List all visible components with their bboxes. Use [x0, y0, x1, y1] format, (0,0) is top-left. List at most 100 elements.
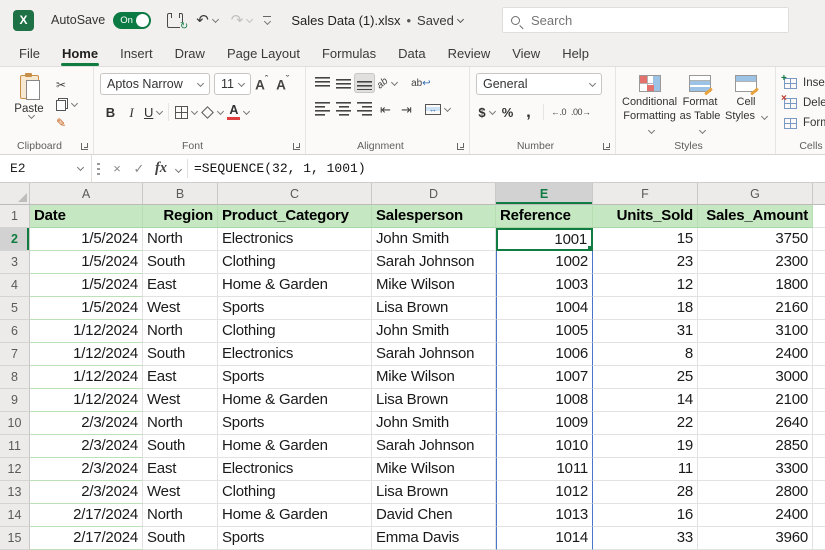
cell-C15[interactable]: Sports	[218, 527, 372, 550]
cell-C14[interactable]: Home & Garden	[218, 504, 372, 527]
cell-G6[interactable]: 3100	[698, 320, 813, 343]
row-header-9[interactable]: 9	[0, 389, 30, 412]
cell-B10[interactable]: North	[143, 412, 218, 435]
cell-E11[interactable]: 1010	[496, 435, 593, 458]
cell-B13[interactable]: West	[143, 481, 218, 504]
cell-E13[interactable]: 1012	[496, 481, 593, 504]
column-header[interactable]	[813, 183, 825, 205]
cell-A2[interactable]: 1/5/2024	[30, 228, 143, 251]
row-header-4[interactable]: 4	[0, 274, 30, 297]
cell-A8[interactable]: 1/12/2024	[30, 366, 143, 389]
cell-C9[interactable]: Home & Garden	[218, 389, 372, 412]
percent-style-button[interactable]: %	[497, 102, 518, 122]
column-header-e[interactable]: E	[496, 183, 593, 205]
redo-button[interactable]: ↷	[231, 13, 253, 28]
excel-logo-icon[interactable]: X	[13, 10, 34, 31]
cell-D5[interactable]: Lisa Brown	[372, 297, 496, 320]
cell[interactable]	[813, 343, 825, 366]
align-center-button[interactable]	[333, 99, 354, 119]
orientation-button[interactable]: ab	[375, 73, 399, 93]
font-color-button[interactable]: A	[225, 102, 251, 122]
align-bottom-button[interactable]	[354, 73, 375, 93]
cell-B7[interactable]: South	[143, 343, 218, 366]
cell-G3[interactable]: 2300	[698, 251, 813, 274]
delete-cells-button[interactable]: Delete	[784, 93, 825, 113]
cell-E15[interactable]: 1014	[496, 527, 593, 550]
insert-function-button[interactable]: fx	[150, 155, 172, 182]
cell-B2[interactable]: North	[143, 228, 218, 251]
format-cells-button[interactable]: Format	[784, 113, 825, 133]
cell-F6[interactable]: 31	[593, 320, 698, 343]
cell-F9[interactable]: 14	[593, 389, 698, 412]
cell-D4[interactable]: Mike Wilson	[372, 274, 496, 297]
cell[interactable]	[813, 297, 825, 320]
cell-B14[interactable]: North	[143, 504, 218, 527]
row-header-3[interactable]: 3	[0, 251, 30, 274]
cell-D14[interactable]: David Chen	[372, 504, 496, 527]
tab-draw[interactable]: Draw	[164, 42, 216, 65]
cell-C6[interactable]: Clothing	[218, 320, 372, 343]
cell-B4[interactable]: East	[143, 274, 218, 297]
row-header-11[interactable]: 11	[0, 435, 30, 458]
cell-B6[interactable]: North	[143, 320, 218, 343]
cell-C7[interactable]: Electronics	[218, 343, 372, 366]
select-all-corner[interactable]	[0, 183, 30, 205]
cell-F4[interactable]: 12	[593, 274, 698, 297]
conditional-formatting-button[interactable]: Conditional Formatting	[622, 75, 677, 138]
cell-G14[interactable]: 2400	[698, 504, 813, 527]
quick-access-toolbar-button[interactable]	[263, 16, 271, 24]
formula-input[interactable]: =SEQUENCE(32, 1, 1001)	[194, 155, 366, 182]
tab-page-layout[interactable]: Page Layout	[216, 42, 311, 65]
copy-button[interactable]	[56, 96, 77, 112]
decrease-indent-button[interactable]: ⇤	[375, 99, 396, 119]
dialog-launcher-icon[interactable]	[81, 143, 88, 150]
column-header-b[interactable]: B	[143, 183, 218, 205]
cell-D8[interactable]: Mike Wilson	[372, 366, 496, 389]
increase-decimal-button[interactable]: ←.0	[548, 102, 569, 122]
align-top-button[interactable]	[312, 73, 333, 93]
fill-color-button[interactable]	[199, 102, 225, 122]
cell-E3[interactable]: 1002	[496, 251, 593, 274]
cell-D1[interactable]: Salesperson	[372, 205, 496, 228]
tab-formulas[interactable]: Formulas	[311, 42, 387, 65]
dialog-launcher-icon[interactable]	[603, 143, 610, 150]
cell-D2[interactable]: John Smith	[372, 228, 496, 251]
column-header-c[interactable]: C	[218, 183, 372, 205]
tab-insert[interactable]: Insert	[109, 42, 164, 65]
column-header-d[interactable]: D	[372, 183, 496, 205]
cell-G7[interactable]: 2400	[698, 343, 813, 366]
cell-A6[interactable]: 1/12/2024	[30, 320, 143, 343]
cell-E6[interactable]: 1005	[496, 320, 593, 343]
cell-E4[interactable]: 1003	[496, 274, 593, 297]
cell-F12[interactable]: 11	[593, 458, 698, 481]
accounting-format-button[interactable]: $	[476, 102, 497, 122]
cell-G15[interactable]: 3960	[698, 527, 813, 550]
align-left-button[interactable]	[312, 99, 333, 119]
cell-C3[interactable]: Clothing	[218, 251, 372, 274]
row-header-14[interactable]: 14	[0, 504, 30, 527]
cell-C12[interactable]: Electronics	[218, 458, 372, 481]
cell[interactable]	[813, 251, 825, 274]
cell-E5[interactable]: 1004	[496, 297, 593, 320]
cell-G2[interactable]: 3750	[698, 228, 813, 251]
cell-F14[interactable]: 16	[593, 504, 698, 527]
bold-button[interactable]: B	[100, 102, 121, 122]
tab-home[interactable]: Home	[51, 42, 109, 65]
cell-G4[interactable]: 1800	[698, 274, 813, 297]
cell[interactable]	[813, 205, 825, 228]
enter-button[interactable]: ✓	[128, 155, 150, 182]
tab-help[interactable]: Help	[551, 42, 600, 65]
cell-styles-button[interactable]: Cell Styles	[723, 75, 769, 138]
cell-A4[interactable]: 1/5/2024	[30, 274, 143, 297]
cell-D11[interactable]: Sarah Johnson	[372, 435, 496, 458]
document-title[interactable]: Sales Data (1).xlsx • Saved	[291, 13, 463, 28]
cell-E10[interactable]: 1009	[496, 412, 593, 435]
cell-F15[interactable]: 33	[593, 527, 698, 550]
row-header-10[interactable]: 10	[0, 412, 30, 435]
cell-D6[interactable]: John Smith	[372, 320, 496, 343]
cell-E12[interactable]: 1011	[496, 458, 593, 481]
insert-cells-button[interactable]: Insert	[784, 73, 825, 93]
drag-handle-icon[interactable]	[97, 163, 100, 175]
cell-C2[interactable]: Electronics	[218, 228, 372, 251]
decrease-font-size-button[interactable]: Aˇ	[272, 74, 293, 94]
